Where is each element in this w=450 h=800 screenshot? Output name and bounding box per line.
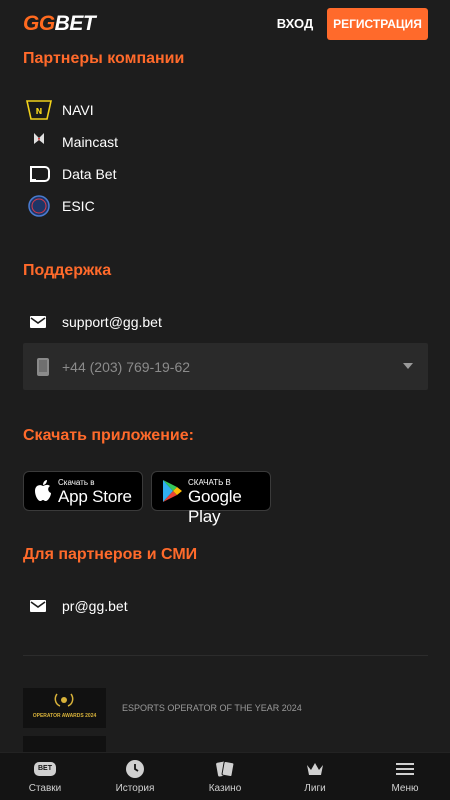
press-title: Для партнеров и СМИ xyxy=(23,546,198,563)
partner-label: ESIC xyxy=(62,198,95,214)
nav-label: Лиги xyxy=(304,783,326,794)
award-badge-text: OPERATOR AWARDS 2024 xyxy=(32,713,97,719)
partner-label: Maincast xyxy=(62,134,119,150)
partner-item-databet[interactable]: Data Bet xyxy=(23,162,323,186)
nav-label: Меню xyxy=(391,783,419,794)
esic-logo-icon xyxy=(28,195,50,217)
cards-icon xyxy=(216,760,235,778)
nav-item-casino[interactable]: Казино xyxy=(180,753,270,800)
crown-icon xyxy=(307,763,323,775)
partner-item-esic[interactable]: ESIC xyxy=(23,194,323,218)
phone-number: +44 (203) 769-19-62 xyxy=(62,359,191,375)
phone-select[interactable]: +44 (203) 769-19-62 xyxy=(23,343,428,390)
support-email-link[interactable]: support@gg.bet xyxy=(23,310,323,334)
databet-logo-icon xyxy=(30,166,50,182)
footer-divider xyxy=(23,655,428,656)
apple-icon xyxy=(35,480,51,501)
app-store-big-text: App Store xyxy=(58,487,132,506)
menu-icon xyxy=(396,763,414,775)
google-play-button[interactable]: СКАЧАТЬ В Google Play xyxy=(151,471,271,526)
nav-label: Ставки xyxy=(28,783,62,794)
app-store-button[interactable]: Скачать в App Store xyxy=(23,471,143,511)
nav-item-history[interactable]: История xyxy=(90,753,180,800)
award-title: ESPORTS OPERATOR OF THE YEAR 2024 xyxy=(122,703,302,713)
ggbet-logo[interactable]: GGBET xyxy=(23,12,96,36)
partners-title: Партнеры компании xyxy=(23,50,185,67)
bottom-navigation: BET Ставки История Казино Лиги Меню xyxy=(0,752,450,800)
support-email: support@gg.bet xyxy=(62,314,162,330)
svg-text:N: N xyxy=(36,107,43,116)
download-title: Скачать приложение: xyxy=(23,427,194,444)
partner-item-maincast[interactable]: Maincast xyxy=(23,130,323,154)
navi-logo-icon: N xyxy=(26,100,52,120)
award-laurel-icon xyxy=(54,693,74,707)
nav-label: Казино xyxy=(208,783,242,794)
bet-icon: BET xyxy=(34,762,56,776)
mail-icon xyxy=(30,316,46,328)
nav-label: История xyxy=(115,783,155,794)
press-email-link[interactable]: pr@gg.bet xyxy=(23,594,323,618)
chevron-down-icon xyxy=(403,363,413,369)
support-title: Поддержка xyxy=(23,262,112,279)
partner-label: Data Bet xyxy=(62,166,117,182)
register-button[interactable]: РЕГИСТРАЦИЯ xyxy=(327,8,428,40)
partner-label: NAVI xyxy=(62,102,94,118)
press-email: pr@gg.bet xyxy=(62,598,128,614)
logo-gg: GG xyxy=(23,12,55,35)
nav-item-menu[interactable]: Меню xyxy=(360,753,450,800)
google-play-big-text: Google Play xyxy=(188,487,242,526)
clock-icon xyxy=(126,760,144,778)
mail-icon xyxy=(30,600,46,612)
nav-item-bets[interactable]: BET Ставки xyxy=(0,753,90,800)
mobile-phone-icon xyxy=(37,358,49,376)
partner-item-navi[interactable]: N NAVI xyxy=(23,98,323,122)
award-badge: OPERATOR AWARDS 2024 xyxy=(23,688,106,728)
nav-item-leagues[interactable]: Лиги xyxy=(270,753,360,800)
logo-bet: BET xyxy=(54,12,96,35)
maincast-logo-icon xyxy=(34,133,44,144)
top-header: GGBET ВХОД РЕГИСТРАЦИЯ xyxy=(0,0,450,48)
login-button[interactable]: ВХОД xyxy=(268,15,322,33)
google-play-icon xyxy=(163,480,182,502)
